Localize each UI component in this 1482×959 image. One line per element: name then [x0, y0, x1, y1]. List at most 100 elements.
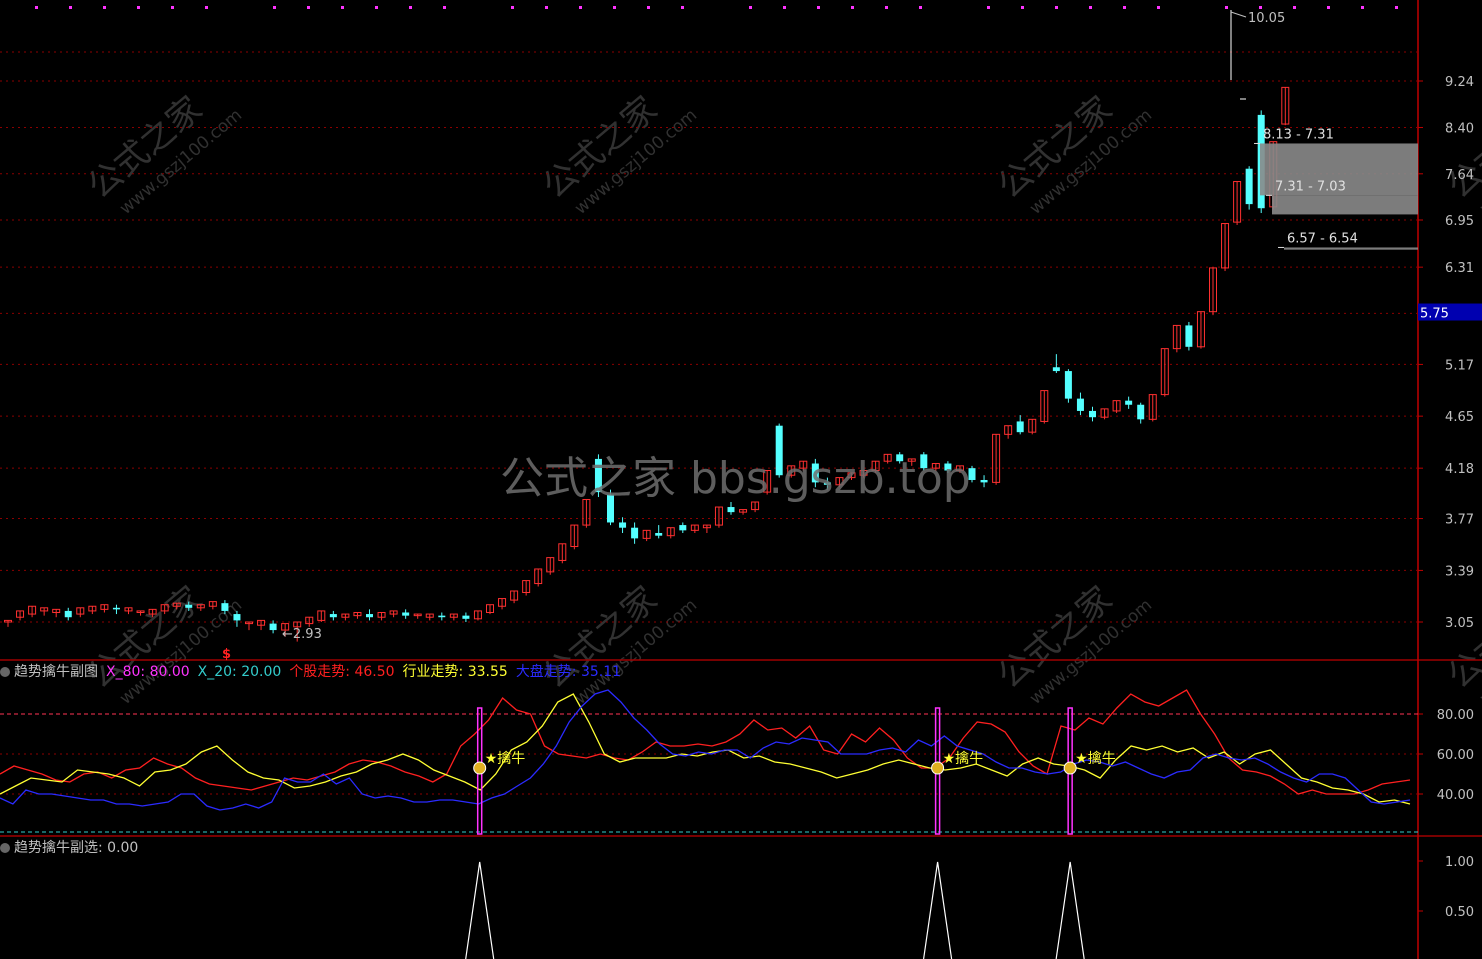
watermark-tile-cn: 公式之家: [1440, 89, 1482, 207]
watermark-tile: 公式之家www.gszj100.com: [535, 89, 701, 219]
signal-label: ★擒牛: [943, 750, 984, 767]
top-dot-mark: [103, 6, 106, 9]
top-dot-mark: [1123, 6, 1126, 9]
candle-body-down: [679, 525, 687, 531]
select-spike: [923, 861, 953, 959]
top-dot-mark: [1055, 6, 1058, 9]
candle-body-down: [980, 479, 988, 483]
top-dot-mark: [1293, 6, 1296, 9]
top-dot-mark: [749, 6, 752, 9]
top-dot-mark: [613, 6, 616, 9]
gap-box-label: 8.13 - 7.31: [1263, 127, 1334, 142]
top-dot-mark: [137, 6, 140, 9]
candle-body-down: [112, 607, 120, 610]
top-dot-mark: [783, 6, 786, 9]
select-tick-label: 0.50: [1445, 905, 1474, 920]
industry-trend-label: 行业走势: 33.55: [402, 664, 508, 680]
watermark-tile: 公式之家www.gszj100.com: [80, 89, 246, 219]
top-dot-mark: [341, 6, 344, 9]
watermark-tile-cn: 公式之家: [1440, 579, 1482, 697]
settings-icon[interactable]: [0, 843, 10, 853]
top-dot-mark: [647, 6, 650, 9]
candle-body-down: [329, 614, 337, 618]
top-dot-mark: [307, 6, 310, 9]
gap-boxes: 8.13 - 7.31 7.31 - 7.03 6.57 - 6.54: [1254, 127, 1418, 250]
max-pointer: [1230, 11, 1247, 18]
price-tick-label: 4.18: [1445, 462, 1474, 477]
big-watermark: 公式之家 bbs.gszb.top: [500, 453, 971, 504]
candle-body-down: [438, 615, 446, 618]
price-tick-label: 7.64: [1445, 168, 1474, 183]
indicator-lines: [0, 689, 1411, 811]
select-tick-label: 1.00: [1445, 855, 1474, 870]
candle-body-down: [1076, 398, 1084, 411]
top-dot-mark: [1259, 6, 1262, 9]
price-tick-label: 9.24: [1445, 75, 1474, 90]
price-tick-label: 4.65: [1445, 410, 1474, 425]
signal-label: ★擒牛: [1075, 750, 1116, 767]
min-price-label: ←2.93: [282, 627, 322, 642]
watermark-tile: 公式之家www.gszj100.com: [535, 579, 701, 709]
candle-body-down: [655, 533, 663, 536]
top-dot-mark: [817, 6, 820, 9]
candle-body-down: [631, 527, 639, 539]
market-trend-label: 大盘走势: 35.11: [515, 664, 622, 680]
indicator-tick-label: 80.00: [1437, 708, 1474, 723]
gap-box-label: 6.57 - 6.54: [1287, 231, 1358, 246]
watermark-tile: 公式之家www.gszj100.com: [1440, 89, 1482, 219]
candle-body-down: [269, 623, 277, 631]
candle-body-down: [402, 612, 410, 616]
price-tick-label: 8.40: [1445, 122, 1474, 137]
signal-dollar-marker: $: [222, 647, 231, 662]
top-dot-mark: [1157, 6, 1160, 9]
settings-icon[interactable]: [0, 667, 10, 677]
select-value: : 0.00: [98, 840, 139, 856]
select-spike: [1055, 861, 1085, 959]
watermark-tile: 公式之家www.gszj100.com: [80, 579, 246, 709]
top-dot-mark: [375, 6, 378, 9]
select-header: 趋势擒牛副选: 0.00: [0, 837, 146, 857]
top-dot-mark: [987, 6, 990, 9]
candle-body-down: [619, 522, 627, 528]
indicator-series-line: [0, 689, 1411, 795]
price-tick-label: 5.17: [1445, 358, 1474, 373]
candle-body-down: [1064, 371, 1072, 399]
candle-body-down: [1137, 404, 1145, 420]
x80-label: X_80: 80.00: [106, 664, 190, 680]
candle-body-down: [1245, 168, 1253, 205]
top-dot-mark: [171, 6, 174, 9]
top-dot-mark: [1327, 6, 1330, 9]
max-price-label: 10.05: [1248, 11, 1285, 26]
top-dot-mark: [1395, 6, 1398, 9]
indicator-title: 趋势擒牛副图: [14, 664, 98, 680]
candle-body-down: [233, 614, 241, 621]
top-dot-mark: [69, 6, 72, 9]
price-tick-label: 3.77: [1445, 513, 1474, 528]
candle-body-down: [1089, 410, 1096, 418]
top-dot-mark: [851, 6, 854, 9]
top-dot-mark: [681, 6, 684, 9]
candle-body-down: [1016, 421, 1024, 433]
candle-body-down: [366, 614, 373, 618]
top-dot-mark: [579, 6, 582, 9]
watermark-tile: 公式之家www.gszj100.com: [990, 89, 1156, 219]
stock-trend-label: 个股走势: 46.50: [289, 664, 395, 680]
top-dot-mark: [273, 6, 276, 9]
top-dot-mark: [35, 6, 38, 9]
top-dot-mark: [1225, 6, 1228, 9]
candle-body-down: [64, 610, 72, 618]
top-dot-mark: [885, 6, 888, 9]
kline-chart-stage[interactable]: 公式之家www.gszj100.com 公式之家www.gszj100.com 公式…: [0, 0, 1482, 959]
candle-body-down: [221, 603, 229, 611]
gap-box: [1272, 195, 1418, 215]
select-title: 趋势擒牛副选: [14, 840, 98, 856]
top-dot-mark: [1021, 6, 1024, 9]
top-dot-mark: [1089, 6, 1092, 9]
candle-body-down: [727, 507, 735, 513]
top-dot-mark: [545, 6, 548, 9]
price-tick-label: 3.05: [1445, 616, 1474, 631]
indicator-tick-label: 40.00: [1437, 788, 1474, 803]
top-dot-mark: [409, 6, 412, 9]
candle-body-down: [462, 615, 470, 619]
gap-box-label: 7.31 - 7.03: [1275, 179, 1346, 194]
